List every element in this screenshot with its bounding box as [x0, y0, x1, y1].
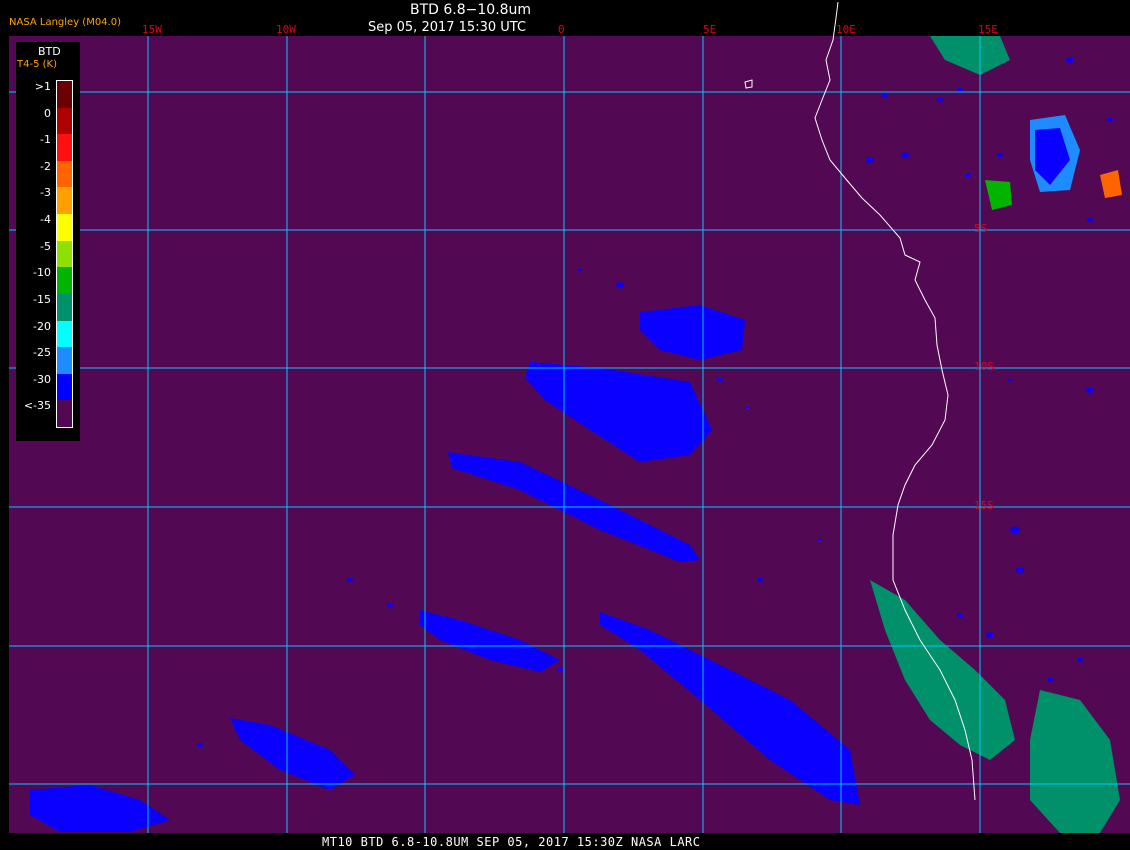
cloud-fleck	[578, 268, 582, 272]
lon-label-5e: 5E	[703, 23, 717, 36]
legend-tick-label: -2	[40, 159, 51, 173]
footer-caption: MT10 BTD 6.8-10.8UM SEP 05, 2017 15:30Z …	[322, 835, 701, 849]
cloud-fleck	[957, 87, 963, 93]
legend-swatch	[57, 214, 72, 242]
map-overlay	[9, 1, 1130, 833]
cloud-fleck	[746, 406, 750, 410]
legend-tick-label: 0	[44, 106, 51, 120]
legend-units: T4-5 (K)	[17, 59, 57, 70]
cloud-fleck	[757, 577, 763, 583]
cloud-plume	[640, 305, 745, 360]
legend-swatch	[57, 373, 72, 401]
producer-label: NASA Langley (M04.0)	[9, 17, 121, 28]
legend-swatch	[57, 81, 72, 109]
lon-label-15w: 15W	[142, 23, 162, 36]
cloud-fleck	[1016, 567, 1024, 573]
lon-label-10w: 10W	[276, 23, 296, 36]
legend-tick-label: -3	[40, 186, 51, 200]
cloud-fleck	[527, 657, 533, 663]
legend-title: BTD	[38, 45, 61, 58]
legend-swatch	[57, 187, 72, 215]
legend-tick-label: -30	[33, 372, 51, 386]
legend-tick-label: -10	[33, 266, 51, 280]
cloud-fleck	[557, 667, 563, 673]
cloud-fleck	[347, 577, 353, 583]
cloud-plume	[930, 36, 1010, 75]
legend-swatch	[57, 134, 72, 162]
legend-swatch	[57, 293, 72, 322]
legend-swatch	[57, 107, 72, 135]
lon-label-15e: 15E	[978, 23, 998, 36]
legend-swatch	[57, 320, 72, 348]
legend-tick-label: -15	[33, 292, 51, 306]
cloud-fleck	[986, 632, 994, 638]
cloud-fleck	[1010, 526, 1020, 534]
legend-colorbar	[56, 80, 73, 428]
lat-label-5s: 5S	[974, 222, 988, 235]
cloud-plume	[600, 612, 860, 805]
product-title: BTD 6.8−10.8um	[410, 2, 532, 18]
cloud-fleck	[106, 797, 114, 803]
cloud-fleck	[866, 157, 874, 163]
cloud-features	[30, 36, 1122, 833]
cloud-plume	[870, 580, 1015, 760]
cloud-fleck	[901, 152, 909, 158]
cloud-fleck	[1087, 217, 1093, 223]
color-legend: BTD T4-5 (K) >1 0 -1 -2 -3 -4 -5 -10 -15 -20 -25 -3…	[16, 42, 80, 441]
cloud-fleck	[1008, 378, 1012, 382]
cloud-fleck	[387, 602, 393, 608]
cloud-fleck	[997, 152, 1003, 158]
cloud-plume	[420, 610, 560, 672]
cloud-fleck	[965, 172, 971, 178]
cloud-fleck	[818, 538, 822, 542]
lat-label-15s: 15S	[974, 499, 994, 512]
legend-tick-label: -25	[33, 346, 51, 360]
legend-tick-label: -5	[40, 239, 51, 253]
legend-swatch	[57, 160, 72, 188]
cloud-plume	[525, 362, 712, 462]
legend-swatch	[57, 400, 72, 428]
cloud-fleck	[1066, 57, 1074, 63]
legend-tick-label: -1	[40, 133, 51, 147]
legend-tick-label: -20	[33, 319, 51, 333]
legend-swatch	[57, 347, 72, 375]
cloud-plume	[985, 180, 1012, 210]
island-outline	[744, 79, 753, 89]
cloud-fleck	[1047, 677, 1053, 683]
legend-swatch	[57, 267, 72, 295]
lon-label-10e: 10E	[836, 23, 856, 36]
cloud-fleck	[616, 282, 624, 288]
image-datetime: Sep 05, 2017 15:30 UTC	[368, 20, 527, 35]
legend-tick-label: -4	[40, 213, 51, 227]
cloud-fleck	[1107, 117, 1113, 123]
lat-label-10s: 10S	[974, 360, 994, 373]
legend-tick-label: <-35	[23, 399, 51, 413]
cloud-fleck	[957, 612, 963, 618]
cloud-fleck	[197, 742, 203, 748]
lon-label-0: 0	[558, 23, 565, 36]
cloud-fleck	[1077, 657, 1083, 663]
cloud-plume	[230, 718, 355, 790]
legend-tick-label: >1	[34, 80, 51, 93]
legend-swatch	[57, 240, 72, 268]
cloud-plume	[1030, 690, 1120, 833]
cloud-fleck	[937, 97, 943, 103]
cloud-fleck	[882, 92, 888, 98]
cloud-plume	[30, 785, 170, 832]
cloud-fleck	[717, 377, 723, 383]
cloud-plume	[1100, 170, 1122, 198]
cloud-fleck	[1086, 387, 1094, 393]
